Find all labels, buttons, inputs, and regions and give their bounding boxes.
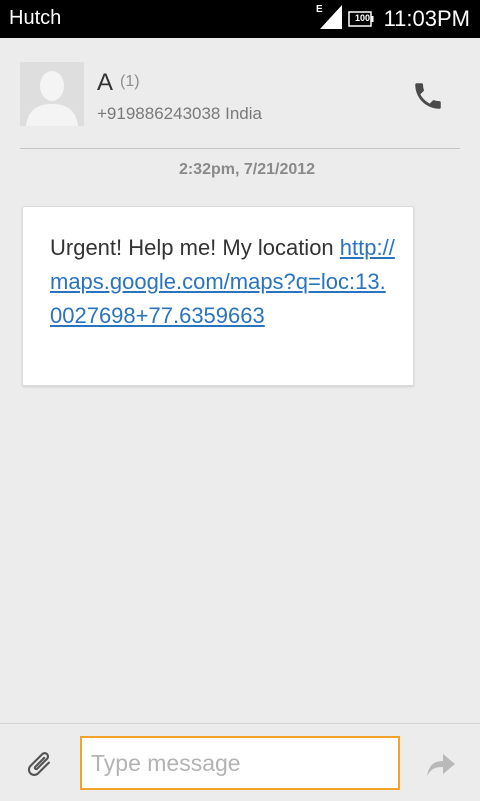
battery-level-text: 100 — [354, 13, 370, 23]
message-body: Urgent! Help me! My location — [50, 235, 340, 260]
contact-avatar[interactable] — [20, 62, 84, 126]
send-button[interactable] — [420, 744, 462, 784]
conversation-header: A (1) +919886243038 India — [0, 38, 480, 150]
contact-number: +919886243038 India — [97, 104, 262, 123]
message-composer — [0, 723, 480, 801]
call-button[interactable] — [404, 74, 452, 118]
message-count: (1) — [120, 73, 140, 90]
status-bar: Hutch E 100 11:03PM — [0, 0, 480, 38]
message-text: Urgent! Help me! My location http://maps… — [50, 231, 395, 333]
status-clock: 11:03PM — [383, 6, 470, 31]
paperclip-icon — [27, 752, 50, 777]
signal-strength-icon — [319, 4, 342, 34]
default-avatar-icon — [20, 62, 84, 126]
send-arrow-icon — [427, 754, 455, 776]
message-timestamp: 2:32pm, 7/21/2012 — [178, 161, 316, 178]
phone-icon — [415, 83, 441, 109]
battery-icon: 100 — [347, 11, 374, 27]
attach-button[interactable] — [18, 744, 60, 784]
contact-name: A — [97, 69, 114, 96]
message-input[interactable] — [80, 736, 400, 790]
header-divider — [20, 148, 460, 149]
message-bubble[interactable]: Urgent! Help me! My location http://maps… — [22, 206, 414, 386]
carrier-name: Hutch — [9, 7, 62, 29]
